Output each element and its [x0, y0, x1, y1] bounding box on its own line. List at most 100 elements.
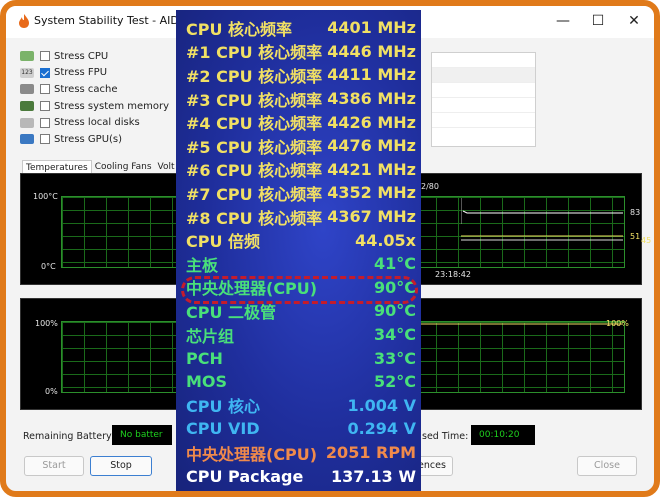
status-list [431, 52, 536, 147]
cpu-icon [20, 51, 34, 62]
stress-option-cache[interactable]: Stress cache [20, 81, 170, 98]
osd-label: CPU VID [186, 419, 260, 439]
tab-cooling-fans[interactable]: Cooling Fans [92, 160, 155, 174]
osd-value: 0.294 V [347, 419, 416, 439]
maximize-button[interactable]: ☐ [584, 10, 612, 32]
usage-y-top: 100% [35, 319, 58, 328]
osd-row: #7 CPU 核心频率 4352 MHz [186, 181, 416, 205]
checkbox[interactable] [40, 117, 50, 128]
elapsed-time-value: 00:10:20 [471, 425, 535, 445]
checkbox[interactable] [40, 101, 50, 112]
option-label: Stress CPU [54, 50, 109, 62]
temp-time-label: 23:18:42 [435, 270, 471, 279]
osd-value: 33°C [373, 348, 416, 368]
osd-label: CPU 核心频率 [186, 19, 293, 39]
stress-option-memory[interactable]: Stress system memory [20, 98, 170, 115]
osd-label: #1 CPU 核心频率 [186, 43, 323, 63]
stress-option-disks[interactable]: Stress local disks [20, 114, 170, 131]
cache-icon [20, 84, 34, 95]
osd-label: PCH [186, 348, 223, 368]
osd-row: #4 CPU 核心频率 4426 MHz [186, 110, 416, 134]
osd-row: CPU VID 0.294 V [186, 417, 416, 441]
osd-label: #3 CPU 核心频率 [186, 90, 323, 110]
osd-row: 芯片组 34°C [186, 323, 416, 347]
tab-voltages[interactable]: Volt [155, 160, 178, 174]
option-label: Stress cache [54, 83, 118, 95]
osd-label: CPU Package [186, 466, 304, 486]
osd-value: 4476 MHz [327, 136, 416, 156]
osd-row: #2 CPU 核心频率 4411 MHz [186, 63, 416, 87]
osd-row: PCH 33°C [186, 346, 416, 370]
osd-value: 44.05x [355, 230, 416, 250]
osd-row: #3 CPU 核心频率 4386 MHz [186, 87, 416, 111]
osd-value: 4367 MHz [327, 207, 416, 227]
osd-row: #6 CPU 核心频率 4421 MHz [186, 158, 416, 182]
stop-button[interactable]: Stop [90, 456, 152, 476]
osd-label: #4 CPU 核心频率 [186, 114, 323, 134]
cpu-temp-highlight [181, 276, 418, 304]
minimize-button[interactable]: — [549, 10, 577, 32]
fpu-icon: 123 [20, 67, 34, 78]
osd-value: 137.13 W [331, 466, 416, 486]
remaining-battery-label: Remaining Battery: [23, 431, 115, 442]
close-window-button[interactable]: ✕ [620, 10, 648, 32]
osd-value: 4352 MHz [327, 183, 416, 203]
tab-temperatures[interactable]: Temperatures [22, 160, 92, 174]
osd-value: 2051 RPM [325, 443, 416, 463]
gpu-icon [20, 134, 34, 145]
temp-series-83 [462, 210, 623, 214]
osd-row: CPU 核心 1.004 V [186, 394, 416, 418]
osd-label: #8 CPU 核心频率 [186, 208, 323, 228]
osd-label: MOS [186, 372, 228, 392]
osd-row: CPU Package 137.13 W [186, 464, 416, 488]
osd-label: CPU 倍频 [186, 232, 261, 252]
stress-option-fpu[interactable]: 123 Stress FPU [20, 65, 170, 82]
osd-value: 4401 MHz [327, 18, 416, 38]
osd-value: 4446 MHz [327, 41, 416, 61]
osd-label: 主板 [186, 255, 219, 275]
osd-row: #1 CPU 核心频率 4446 MHz [186, 40, 416, 64]
memory-icon [20, 101, 34, 112]
osd-value: 41°C [373, 254, 416, 274]
option-label: Stress local disks [54, 117, 140, 129]
osd-row: #5 CPU 核心频率 4476 MHz [186, 134, 416, 158]
osd-value: 4426 MHz [327, 112, 416, 132]
checkbox[interactable] [40, 84, 50, 95]
checkbox[interactable] [40, 134, 50, 145]
osd-label: 中央处理器(CPU) [186, 444, 318, 464]
osd-value: 4411 MHz [327, 65, 416, 85]
checkbox-checked[interactable] [40, 67, 50, 78]
temp-y-bottom: 0°C [41, 262, 56, 271]
osd-value: 4386 MHz [327, 89, 416, 109]
option-label: Stress system memory [54, 100, 170, 112]
elapsed-time-label: sed Time: [422, 431, 469, 442]
stress-option-cpu[interactable]: Stress CPU [20, 48, 170, 65]
close-button[interactable]: Close [577, 456, 637, 476]
osd-value: 4421 MHz [327, 159, 416, 179]
osd-row: 中央处理器(CPU) 2051 RPM [186, 441, 416, 465]
osd-label: #7 CPU 核心频率 [186, 184, 323, 204]
temp-value-83: 83 [630, 208, 641, 217]
temp-y-top: 100°C [33, 192, 58, 201]
app-frame: System Stability Test - AIDA64 — ☐ ✕ Str… [0, 0, 660, 497]
temp-series-lines [461, 198, 623, 241]
checkbox[interactable] [40, 51, 50, 62]
disk-icon [20, 117, 34, 128]
osd-label: #2 CPU 核心频率 [186, 66, 323, 86]
usage-y-bottom: 0% [45, 387, 58, 396]
osd-row: 主板 41°C [186, 252, 416, 276]
osd-value: 52°C [373, 372, 416, 392]
osd-label: #5 CPU 核心频率 [186, 137, 323, 157]
aida64-flame-icon [19, 14, 29, 28]
osd-value: 34°C [373, 325, 416, 345]
usage-series-line [421, 323, 623, 325]
osd-row: CPU 倍频 44.05x [186, 228, 416, 252]
osd-row: #8 CPU 核心频率 4367 MHz [186, 205, 416, 229]
stress-option-gpu[interactable]: Stress GPU(s) [20, 131, 170, 148]
option-label: Stress GPU(s) [54, 133, 123, 145]
osd-value: 90°C [373, 301, 416, 321]
start-button[interactable]: Start [24, 456, 84, 476]
osd-row: MOS 52°C [186, 370, 416, 394]
temp-value-51: 51 [630, 232, 641, 241]
osd-label: 芯片组 [186, 326, 235, 346]
